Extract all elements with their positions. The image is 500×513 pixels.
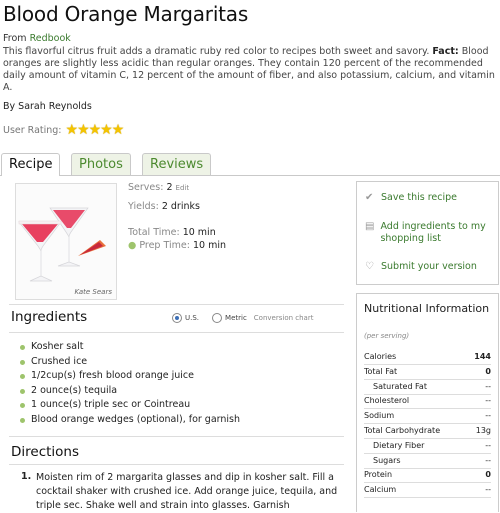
unit-selector: U.S. Metric Conversion chart (172, 313, 313, 323)
nutrition-row: Total Fat 0 (364, 365, 491, 380)
nutrient-label: Sodium (364, 411, 395, 421)
author-byline: By Sarah Reynolds (3, 101, 92, 112)
nutrient-label: Protein (364, 470, 393, 480)
recipe-actions-box: ✔ Save this recipe ▤ Add ingredients to … (356, 181, 499, 285)
nutrition-heading: Nutritional Information (364, 302, 490, 315)
recipe-photo[interactable] (15, 183, 117, 300)
add-to-shopping-list-button[interactable]: ▤ Add ingredients to my shopping list (365, 221, 490, 245)
nutrition-row: Calories 144 (364, 350, 491, 365)
step-number: 1. (21, 471, 32, 482)
list-item: Kosher salt (20, 340, 240, 355)
nutrient-label: Total Carbohydrate (364, 426, 441, 435)
serves-label: Serves: (128, 182, 164, 193)
edit-servings-link[interactable]: Edit (176, 184, 190, 192)
ingredient-list: Kosher salt Crushed ice 1/2cup(s) fresh … (20, 340, 240, 427)
nutrient-value: -- (485, 381, 491, 391)
nutrient-label: Saturated Fat (373, 381, 427, 391)
nutrition-panel: Nutritional Information (per serving) Ca… (356, 293, 499, 512)
conversion-chart-link[interactable]: Conversion chart (254, 314, 314, 322)
source-link[interactable]: Redbook (30, 33, 71, 44)
rating-stars-icon[interactable]: ★★★★★ (66, 122, 125, 138)
nutrient-value: -- (485, 440, 491, 450)
source-prefix: From (3, 33, 27, 44)
section-divider (9, 304, 344, 305)
yields-value: 2 drinks (161, 201, 200, 212)
nutrient-value: 13g (475, 426, 491, 435)
submit-version-button[interactable]: ♡ Submit your version (365, 261, 477, 273)
description-text: This flavorful citrus fruit adds a drama… (3, 46, 430, 57)
nutrition-row: Cholesterol -- (364, 394, 491, 410)
tab-recipe[interactable]: Recipe (1, 153, 61, 176)
directions-heading: Directions (11, 444, 80, 460)
yields-label: Yields: (128, 201, 159, 212)
serving-note: (per serving) (364, 332, 410, 340)
us-units-radio[interactable] (172, 313, 182, 323)
source-line: From Redbook (3, 33, 71, 44)
nutrient-label: Calories (364, 352, 397, 361)
ingredients-heading: Ingredients (11, 309, 88, 325)
nutrient-label: Total Fat (364, 366, 398, 376)
list-item: 2 ounce(s) tequila (20, 384, 240, 399)
nutrient-value: 0 (485, 470, 491, 480)
yields-row: Yields: 2 drinks (128, 201, 200, 212)
total-time-label: Total Time: (128, 227, 180, 238)
nutrient-value: -- (485, 411, 491, 421)
nutrient-label: Calcium (364, 485, 397, 495)
user-rating: User Rating: ★★★★★ (3, 122, 125, 138)
prep-time-label: Prep Time: (139, 240, 190, 251)
section-divider (9, 436, 344, 437)
serves-row: Serves: 2 Edit (128, 182, 189, 193)
nutrition-row: Sugars -- (364, 454, 491, 469)
nutrient-value: 144 (474, 352, 491, 361)
list-item: Crushed ice (20, 355, 240, 370)
recipe-tabs: Recipe Photos Reviews (0, 151, 500, 176)
section-divider (9, 332, 344, 333)
tab-reviews[interactable]: Reviews (142, 153, 212, 175)
nutrient-label: Sugars (373, 455, 401, 465)
nutrition-row: Total Carbohydrate 13g (364, 424, 491, 439)
nutrient-label: Cholesterol (364, 396, 410, 406)
step-text: Moisten rim of 2 margarita glasses and d… (36, 472, 338, 511)
nutrient-value: 0 (485, 366, 491, 376)
total-time-value: 10 min (182, 227, 216, 238)
nutrition-row: Protein 0 (364, 468, 491, 484)
nutrient-value: -- (485, 485, 491, 495)
metric-units-label: Metric (225, 314, 247, 322)
metric-units-radio[interactable] (212, 313, 223, 323)
add-to-list-label: Add ingredients to my shopping list (380, 221, 486, 244)
heart-icon: ♡ (365, 261, 374, 272)
bullet-icon: ● (128, 240, 137, 251)
list-item: Blood orange wedges (optional), for garn… (20, 413, 240, 428)
nutrient-label: Dietary Fiber (373, 440, 425, 450)
nutrition-row: Saturated Fat -- (364, 380, 491, 395)
recipe-description: This flavorful citrus fruit adds a drama… (3, 46, 497, 94)
list-item: 1/2cup(s) fresh blood orange juice (20, 369, 240, 384)
nutrient-value: -- (485, 455, 491, 465)
document-icon: ▤ (365, 221, 375, 232)
total-time-row: Total Time: 10 min (128, 227, 216, 238)
nutrition-row: Dietary Fiber -- (364, 439, 491, 454)
submit-version-label: Submit your version (381, 261, 477, 272)
save-recipe-label: Save this recipe (381, 192, 457, 203)
tab-photos[interactable]: Photos (71, 153, 131, 175)
nutrition-row: Sodium -- (364, 409, 491, 425)
fact-label: Fact: (432, 46, 459, 57)
margarita-photo-image (16, 184, 116, 299)
list-item: 1 ounce(s) triple sec or Cointreau (20, 398, 240, 413)
rating-label: User Rating: (3, 124, 62, 136)
checkmark-icon: ✔ (365, 192, 374, 203)
prep-time-value: 10 min (192, 240, 226, 251)
page-title: Blood Orange Margaritas (3, 2, 249, 26)
photo-caption: Kate Sears (74, 288, 112, 296)
section-divider (9, 464, 344, 465)
serves-value: 2 (166, 182, 173, 193)
nutrition-row: Calcium -- (364, 483, 491, 499)
save-recipe-button[interactable]: ✔ Save this recipe (365, 192, 457, 204)
us-units-label: U.S. (185, 314, 200, 322)
nutrient-value: -- (485, 396, 491, 406)
prep-time-row: ● Prep Time: 10 min (128, 240, 226, 251)
